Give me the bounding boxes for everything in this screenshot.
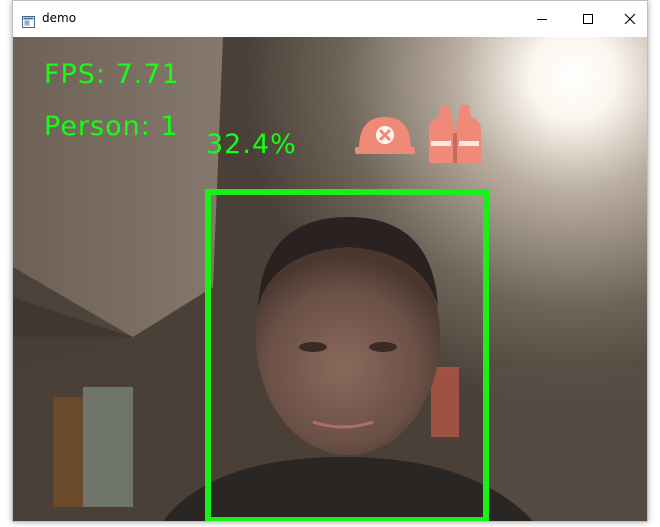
minimize-icon <box>536 10 548 29</box>
fps-readout: FPS: 7.71 <box>44 59 180 90</box>
safety-vest-icon <box>427 103 483 165</box>
window-title: demo <box>42 11 77 25</box>
window-app-icon <box>22 13 35 28</box>
camera-view: FPS: 7.71 Person: 1 32.4% <box>13 37 647 521</box>
app-window: demo FPS: 7.71 Person: 1 32.4% <box>12 0 648 522</box>
helmet-missing-icon <box>355 109 415 159</box>
detection-confidence: 32.4% <box>206 129 297 160</box>
maximize-button[interactable] <box>565 1 611 37</box>
close-button[interactable] <box>607 1 647 37</box>
close-icon <box>624 10 636 29</box>
title-bar[interactable]: demo <box>13 1 647 37</box>
person-count: Person: 1 <box>44 111 179 142</box>
person-bounding-box <box>205 189 489 521</box>
minimize-button[interactable] <box>519 1 565 37</box>
maximize-icon <box>582 10 594 29</box>
